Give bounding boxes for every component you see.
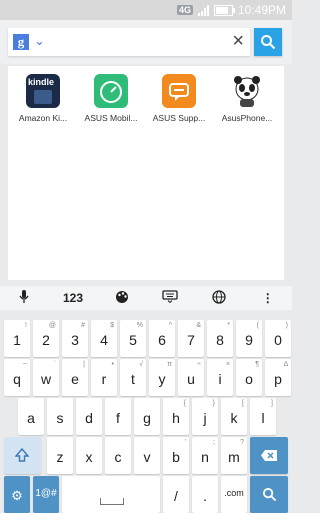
key-1[interactable]: ! 1 xyxy=(4,320,30,357)
key-w[interactable]: ` w xyxy=(33,359,59,396)
keyboard: 123 ⋮ ! 1 @2 #3 $4 % 5 ^ 6 & 7 * 8 (9 ) 0 ~ q `… xyxy=(0,286,292,513)
gauge-icon xyxy=(94,74,128,108)
space-key[interactable] xyxy=(62,476,160,513)
kindle-icon: kindle xyxy=(26,74,60,108)
key-m[interactable]: ? m xyxy=(221,437,247,474)
key-q[interactable]: ~ q xyxy=(4,359,30,396)
battery-icon xyxy=(213,4,235,16)
key-d[interactable]: d xyxy=(76,398,102,435)
chat-bubble-icon xyxy=(162,74,196,108)
key-t[interactable]: √ t xyxy=(120,359,146,396)
slash-key[interactable]: / xyxy=(163,476,189,513)
keyboard-row-bottom: ⚙ 1@# / . .com xyxy=(4,476,288,513)
clear-icon[interactable]: × xyxy=(232,30,244,53)
app-name: ASUS Mobil... xyxy=(84,113,138,123)
key-o[interactable]: ¶ o xyxy=(236,359,262,396)
key-i[interactable]: × i xyxy=(207,359,233,396)
key-s[interactable]: s xyxy=(47,398,73,435)
key-4[interactable]: $4 xyxy=(91,320,117,357)
period-key[interactable]: . xyxy=(192,476,218,513)
key-r[interactable]: • r xyxy=(91,359,117,396)
gear-icon: ⚙ xyxy=(11,488,23,503)
keyboard-icon[interactable] xyxy=(146,290,195,306)
network-type: 4G xyxy=(176,5,193,15)
search-button[interactable] xyxy=(254,28,282,56)
status-bar: 4G 10:49PM xyxy=(0,0,292,20)
key-h[interactable]: {h xyxy=(163,398,189,435)
key-5[interactable]: % 5 xyxy=(120,320,146,357)
key-f[interactable]: f xyxy=(105,398,131,435)
settings-key[interactable]: ⚙ xyxy=(4,476,30,513)
key-g[interactable]: g xyxy=(134,398,160,435)
status-icons: 4G 10:49PM xyxy=(176,3,286,17)
key-j[interactable]: } j xyxy=(192,398,218,435)
key-3[interactable]: #3 xyxy=(62,320,88,357)
keyboard-row-numbers: ! 1 @2 #3 $4 % 5 ^ 6 & 7 * 8 (9 ) 0 xyxy=(4,320,291,357)
app-name: Amazon Ki... xyxy=(18,113,68,123)
key-a[interactable]: a xyxy=(18,398,44,435)
globe-icon[interactable] xyxy=(195,289,244,307)
shift-key[interactable] xyxy=(4,437,41,474)
key-x[interactable]: x xyxy=(76,437,102,474)
key-7[interactable]: & 7 xyxy=(178,320,204,357)
clock: 10:49PM xyxy=(237,3,286,17)
key-8[interactable]: * 8 xyxy=(207,320,233,357)
key-v[interactable]: v xyxy=(134,437,160,474)
panda-icon xyxy=(230,74,264,108)
search-box[interactable]: g ⌄ × xyxy=(8,28,250,56)
symbols-key[interactable]: 1@# xyxy=(33,476,59,513)
key-b[interactable]: ' b xyxy=(163,437,189,474)
key-c[interactable]: c xyxy=(105,437,131,474)
key-6[interactable]: ^ 6 xyxy=(149,320,175,357)
mic-icon[interactable] xyxy=(0,289,49,307)
keyboard-row-q: ~ q ` w | e • r √ t πy ÷ u × i ¶ o ∆ p xyxy=(4,359,291,396)
key-n[interactable]: ; n xyxy=(192,437,218,474)
key-y[interactable]: πy xyxy=(149,359,175,396)
search-icon xyxy=(261,35,276,50)
google-logo-icon[interactable]: g xyxy=(13,34,29,50)
app-result-asus-mobile-manager[interactable]: ASUS Mobil... xyxy=(78,74,144,123)
key-u[interactable]: ÷ u xyxy=(178,359,204,396)
key-2[interactable]: @2 xyxy=(33,320,59,357)
backspace-key[interactable] xyxy=(250,437,288,474)
app-result-kindle[interactable]: kindle Amazon Ki... xyxy=(10,74,76,123)
search-key[interactable] xyxy=(250,476,288,513)
keyboard-row-z: z x c v ' b ; n ? m xyxy=(4,437,288,474)
keyboard-toolbar: 123 ⋮ xyxy=(0,286,292,310)
signal-icon xyxy=(197,4,209,16)
key-p[interactable]: ∆ p xyxy=(265,359,291,396)
app-results-panel: kindle Amazon Ki... ASUS Mobil... ASUS S… xyxy=(8,66,284,280)
palette-icon[interactable] xyxy=(97,290,146,307)
app-name: ASUS Supp... xyxy=(152,113,206,123)
search-icon xyxy=(262,487,277,502)
backspace-icon xyxy=(261,450,277,461)
key-l[interactable]: ] l xyxy=(250,398,276,435)
numbers-mode-button[interactable]: 123 xyxy=(49,291,98,305)
key-e[interactable]: | e xyxy=(62,359,88,396)
app-result-asusphone[interactable]: AsusPhone... xyxy=(214,74,280,123)
app-name: AsusPhone... xyxy=(221,113,273,123)
key-9[interactable]: (9 xyxy=(236,320,262,357)
key-z[interactable]: z xyxy=(47,437,73,474)
keyboard-row-a: a s d f g {h } j [k ] l xyxy=(4,398,288,435)
key-k[interactable]: [k xyxy=(221,398,247,435)
shift-icon xyxy=(15,448,29,462)
key-0[interactable]: ) 0 xyxy=(265,320,291,357)
dotcom-key[interactable]: .com xyxy=(221,476,247,513)
more-icon[interactable]: ⋮ xyxy=(243,291,292,305)
chevron-down-icon[interactable]: ⌄ xyxy=(34,33,45,49)
app-result-asus-support[interactable]: ASUS Supp... xyxy=(146,74,212,123)
